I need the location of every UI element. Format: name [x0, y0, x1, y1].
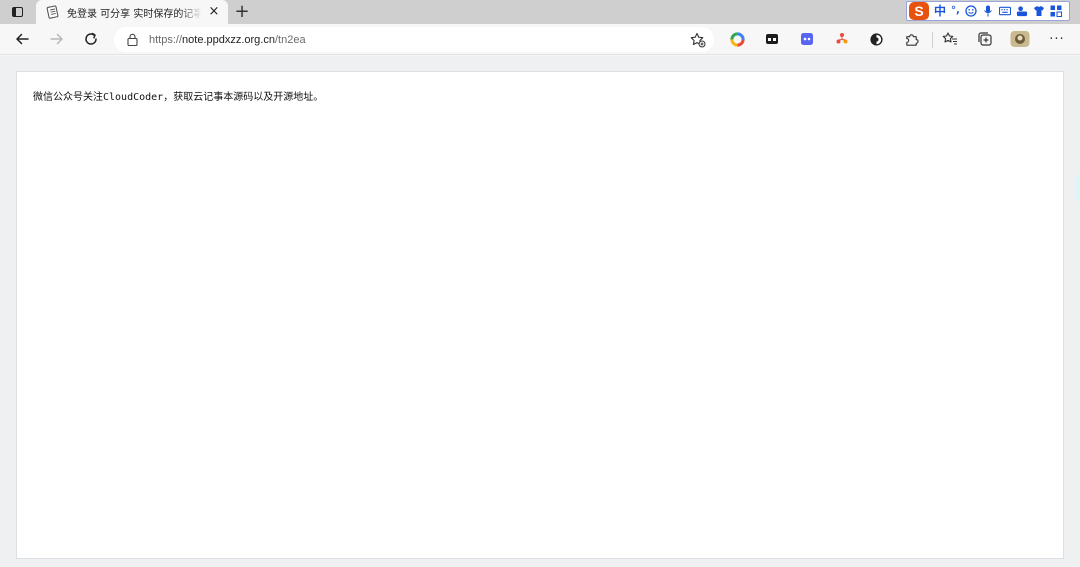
microphone-icon[interactable] [982, 5, 994, 17]
smiley-icon[interactable] [965, 5, 977, 17]
tab-strip: 免登录 可分享 实时保存的记事本 × + S 中 °, [0, 0, 1080, 24]
new-tab-button[interactable]: + [232, 2, 252, 22]
user-tools-icon[interactable] [1016, 5, 1028, 17]
sidebar-edge-handle[interactable] [1076, 174, 1080, 202]
forward-icon [50, 33, 63, 45]
address-url: https://note.ppdxzz.org.cn/tn2ea [149, 34, 306, 46]
tab-actions-icon [11, 7, 23, 17]
url-scheme: https:// [149, 33, 183, 46]
keyboard-icon[interactable] [998, 5, 1011, 17]
tab-close-button[interactable]: × [206, 4, 222, 20]
favorites-icon[interactable] [940, 29, 960, 49]
address-bar[interactable]: https://note.ppdxzz.org.cn/tn2ea [114, 27, 714, 52]
profile-avatar-icon[interactable] [1010, 29, 1030, 49]
lock-icon[interactable] [126, 33, 138, 47]
extensions-puzzle-icon[interactable] [901, 29, 921, 49]
tab-active[interactable]: 免登录 可分享 实时保存的记事本 × [36, 0, 228, 24]
page-viewport: 微信公众号关注CloudCoder，获取云记事本源码以及开源地址。 [0, 56, 1080, 567]
ime-logo[interactable]: S [909, 2, 929, 20]
toolbar-separator [932, 32, 933, 48]
ime-toolbar: S 中 °, [906, 1, 1070, 21]
forward-button[interactable] [46, 28, 68, 50]
extension-tree-icon[interactable] [832, 29, 852, 49]
note-editor[interactable]: 微信公众号关注CloudCoder，获取云记事本源码以及开源地址。 [16, 71, 1064, 559]
notepad-icon [46, 5, 60, 19]
grid-icon[interactable] [1050, 5, 1062, 17]
browser-toolbar: https://note.ppdxzz.org.cn/tn2ea ··· [0, 24, 1080, 55]
url-host: note.ppdxzz.org.cn [182, 33, 275, 46]
back-button[interactable] [11, 28, 33, 50]
note-text[interactable]: 微信公众号关注CloudCoder，获取云记事本源码以及开源地址。 [33, 88, 323, 103]
tab-title: 免登录 可分享 实时保存的记事本 [67, 8, 201, 20]
back-icon [16, 33, 29, 45]
extension-colorwheel-icon[interactable] [727, 29, 747, 49]
refresh-icon [85, 32, 97, 45]
ime-mode-toggle[interactable]: 中 [934, 2, 946, 20]
ime-punctuation-toggle[interactable]: °, [951, 2, 960, 20]
extension-dark-icon[interactable] [762, 29, 782, 49]
more-button[interactable]: ··· [1047, 29, 1067, 49]
collections-icon[interactable] [975, 29, 995, 49]
tab-actions-button[interactable] [6, 2, 28, 22]
extension-circle-icon[interactable] [866, 29, 886, 49]
url-path: /tn2ea [274, 33, 306, 46]
shirt-icon[interactable] [1033, 5, 1045, 17]
refresh-button[interactable] [80, 28, 102, 50]
extension-discord-icon[interactable] [797, 29, 817, 49]
favorite-add-icon[interactable] [689, 31, 706, 48]
